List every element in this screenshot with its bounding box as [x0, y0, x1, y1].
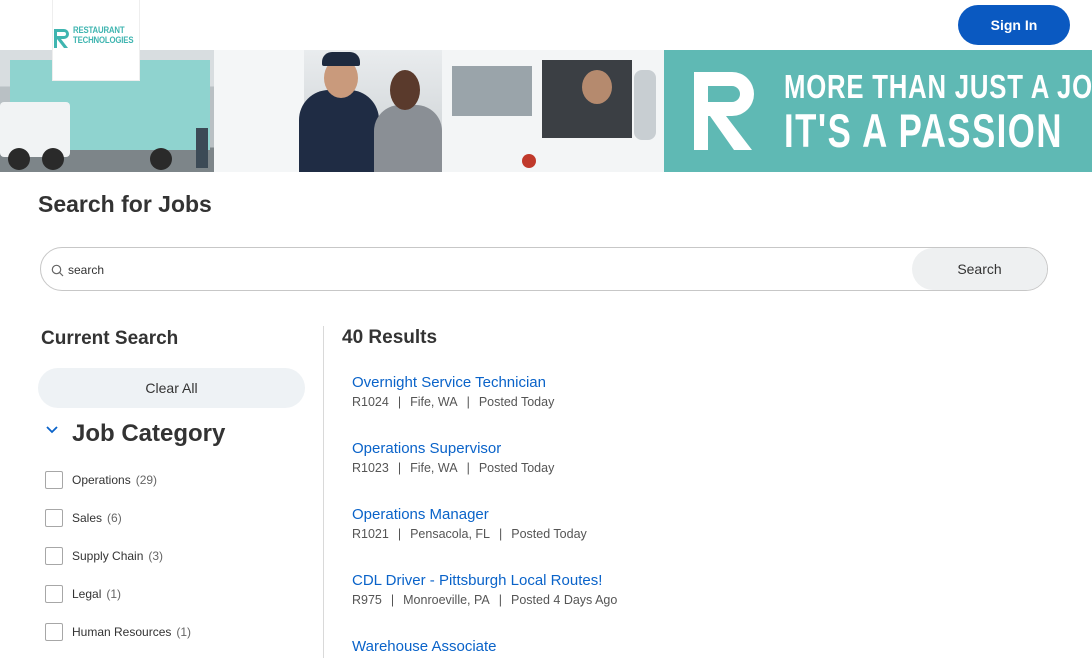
filter-item-legal[interactable]: Legal (1): [45, 584, 121, 604]
brand-r-icon: [694, 72, 754, 150]
job-id: R1023: [352, 461, 389, 475]
hero-banner: MORE THAN JUST A JOB IT'S A PASSION: [0, 50, 1092, 172]
filter-item-supply-chain[interactable]: Supply Chain (3): [45, 546, 163, 566]
filter-label: Sales: [72, 511, 103, 525]
job-location: Fife, WA: [410, 395, 458, 409]
job-location: Monroeville, PA: [403, 593, 490, 607]
job-result: Overnight Service Technician R1024 | Fife,…: [352, 374, 554, 409]
filter-count: (1): [176, 625, 192, 639]
job-result: Warehouse Associate: [352, 638, 497, 656]
filter-label: Supply Chain: [72, 549, 144, 563]
filter-item-human-resources[interactable]: Human Resources (1): [45, 622, 191, 642]
meta-separator: |: [498, 593, 502, 607]
slogan-line1: MORE THAN JUST A JOB: [784, 68, 1092, 105]
meta-separator: |: [397, 461, 402, 475]
job-title-link[interactable]: Warehouse Associate: [352, 638, 497, 656]
job-posted: Posted 4 Days Ago: [511, 593, 618, 607]
job-posted: Posted Today: [511, 527, 587, 541]
filter-count: (6): [107, 511, 122, 525]
meta-separator: |: [499, 527, 503, 541]
search-icon: [51, 264, 64, 277]
filter-checkbox[interactable]: [45, 623, 63, 641]
job-posted: Posted Today: [478, 395, 555, 409]
job-title-link[interactable]: Operations Supervisor: [352, 440, 554, 458]
search-input[interactable]: [68, 258, 928, 282]
logo-text: RESTAURANT TECHNOLOGIES: [73, 26, 134, 46]
logo-text-line2: TECHNOLOGIES: [73, 35, 134, 46]
filter-item-operations[interactable]: Operations (29): [45, 470, 157, 490]
filter-item-sales[interactable]: Sales (6): [45, 508, 122, 528]
filter-checkbox[interactable]: [45, 585, 63, 603]
filter-checkbox[interactable]: [45, 509, 63, 527]
filter-label: Legal: [72, 587, 102, 601]
job-meta: R975 | Monroeville, PA | Posted 4 Days Ago: [352, 593, 617, 607]
clear-all-button[interactable]: Clear All: [38, 368, 305, 408]
page-title: Search for Jobs: [38, 191, 212, 217]
job-meta: R1024 | Fife, WA | Posted Today: [352, 395, 554, 409]
top-bar: RESTAURANT TECHNOLOGIES Sign In: [0, 0, 1092, 80]
search-button[interactable]: Search: [912, 248, 1047, 290]
slogan-line2: IT'S A PASSION: [784, 104, 1063, 157]
job-category-toggle[interactable]: Job Category: [44, 418, 225, 450]
job-id: R1021: [352, 527, 389, 541]
job-posted: Posted Today: [478, 461, 555, 475]
filter-label: Human Resources: [72, 625, 172, 639]
job-id: R975: [352, 593, 382, 607]
meta-separator: |: [397, 527, 402, 541]
job-location: Pensacola, FL: [410, 527, 491, 541]
banner-slogan: MORE THAN JUST A JOB IT'S A PASSION: [784, 68, 1092, 156]
job-id: R1024: [352, 395, 389, 409]
job-category-title: Job Category: [72, 420, 226, 447]
chevron-down-icon: [46, 426, 58, 434]
banner-photo-handshake: [214, 50, 442, 172]
filter-count: (3): [148, 549, 164, 563]
banner-slogan-panel: MORE THAN JUST A JOB IT'S A PASSION: [664, 50, 1092, 172]
job-result: CDL Driver - Pittsburgh Local Routes! R9…: [352, 572, 617, 607]
job-meta: R1023 | Fife, WA | Posted Today: [352, 461, 554, 475]
job-result: Operations Supervisor R1023 | Fife, WA | Pos…: [352, 440, 554, 475]
job-title-link[interactable]: Overnight Service Technician: [352, 374, 554, 392]
filter-checkbox[interactable]: [45, 471, 63, 489]
meta-separator: |: [466, 461, 470, 475]
search-bar: Search: [40, 247, 1048, 291]
logo-r-icon: [54, 29, 69, 48]
current-search-heading: Current Search: [41, 328, 179, 349]
job-location: Fife, WA: [410, 461, 458, 475]
job-result: Operations Manager R1021 | Pensacola, FL | P…: [352, 506, 587, 541]
meta-separator: |: [397, 395, 402, 409]
column-divider: [323, 326, 324, 658]
job-title-link[interactable]: Operations Manager: [352, 506, 587, 524]
meta-separator: |: [466, 395, 470, 409]
results-count: 40 Results: [342, 327, 438, 348]
meta-separator: |: [390, 593, 395, 607]
filter-count: (1): [106, 587, 122, 601]
filter-label: Operations: [72, 473, 131, 487]
sign-in-button[interactable]: Sign In: [958, 5, 1070, 45]
filter-count: (29): [135, 473, 158, 487]
job-meta: R1021 | Pensacola, FL | Posted Today: [352, 527, 587, 541]
filter-checkbox[interactable]: [45, 547, 63, 565]
company-logo[interactable]: RESTAURANT TECHNOLOGIES: [53, 0, 139, 80]
banner-photo-driver: [442, 50, 664, 172]
job-title-link[interactable]: CDL Driver - Pittsburgh Local Routes!: [352, 572, 617, 590]
